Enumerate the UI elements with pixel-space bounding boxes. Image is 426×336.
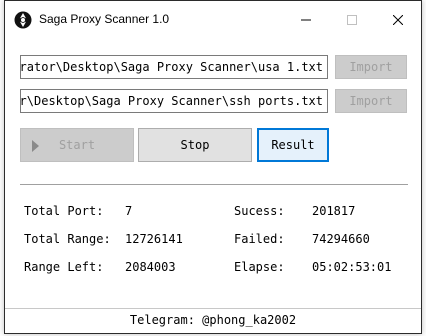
start-button[interactable]: Start (20, 128, 134, 162)
failed-value: 74294660 (312, 232, 370, 246)
elapse-label: Elapse: (234, 260, 285, 274)
status-bar: Telegram: @phong_ka2002 (5, 309, 421, 333)
total-range-value: 12726141 (125, 232, 183, 246)
app-window: Saga Proxy Scanner 1.0 trator\Desktop\Sa… (4, 0, 422, 334)
range-left-value: 2084003 (125, 260, 176, 274)
range-left-label: Range Left: (24, 260, 104, 274)
window-title: Saga Proxy Scanner 1.0 (39, 12, 170, 26)
minimize-button[interactable] (283, 1, 329, 39)
total-port-value: 7 (125, 204, 133, 218)
import-ports-button[interactable]: Import (335, 89, 407, 113)
proxy-list-path-input[interactable]: trator\Desktop\Saga Proxy Scanner\usa 1.… (20, 55, 328, 79)
total-range-label: Total Range: (24, 232, 111, 246)
minimize-icon (301, 19, 311, 21)
close-button[interactable] (375, 1, 421, 39)
ports-path-text: or\Desktop\Saga Proxy Scanner\ssh ports.… (20, 94, 323, 108)
success-value: 201817 (312, 204, 356, 218)
telegram-contact: Telegram: @phong_ka2002 (129, 313, 297, 327)
success-label: Sucess: (234, 204, 285, 218)
total-port-label: Total Port: (24, 204, 104, 218)
start-label: Start (58, 138, 96, 152)
close-icon (393, 15, 403, 25)
result-button[interactable]: Result (257, 128, 329, 162)
saga-logo-icon (14, 11, 32, 29)
ports-path-input[interactable]: or\Desktop\Saga Proxy Scanner\ssh ports.… (20, 89, 328, 113)
stop-label: Stop (180, 138, 210, 152)
play-icon (32, 140, 39, 152)
title-bar[interactable]: Saga Proxy Scanner 1.0 (5, 1, 421, 39)
maximize-icon (347, 15, 357, 25)
result-label: Result (271, 138, 315, 152)
maximize-button[interactable] (329, 1, 375, 39)
elapse-value: 05:02:53:01 (312, 260, 392, 274)
import-proxy-list-button[interactable]: Import (335, 55, 407, 79)
failed-label: Failed: (234, 232, 285, 246)
stop-button[interactable]: Stop (138, 128, 252, 162)
divider (20, 184, 408, 186)
proxy-list-path-text: trator\Desktop\Saga Proxy Scanner\usa 1.… (20, 60, 323, 74)
